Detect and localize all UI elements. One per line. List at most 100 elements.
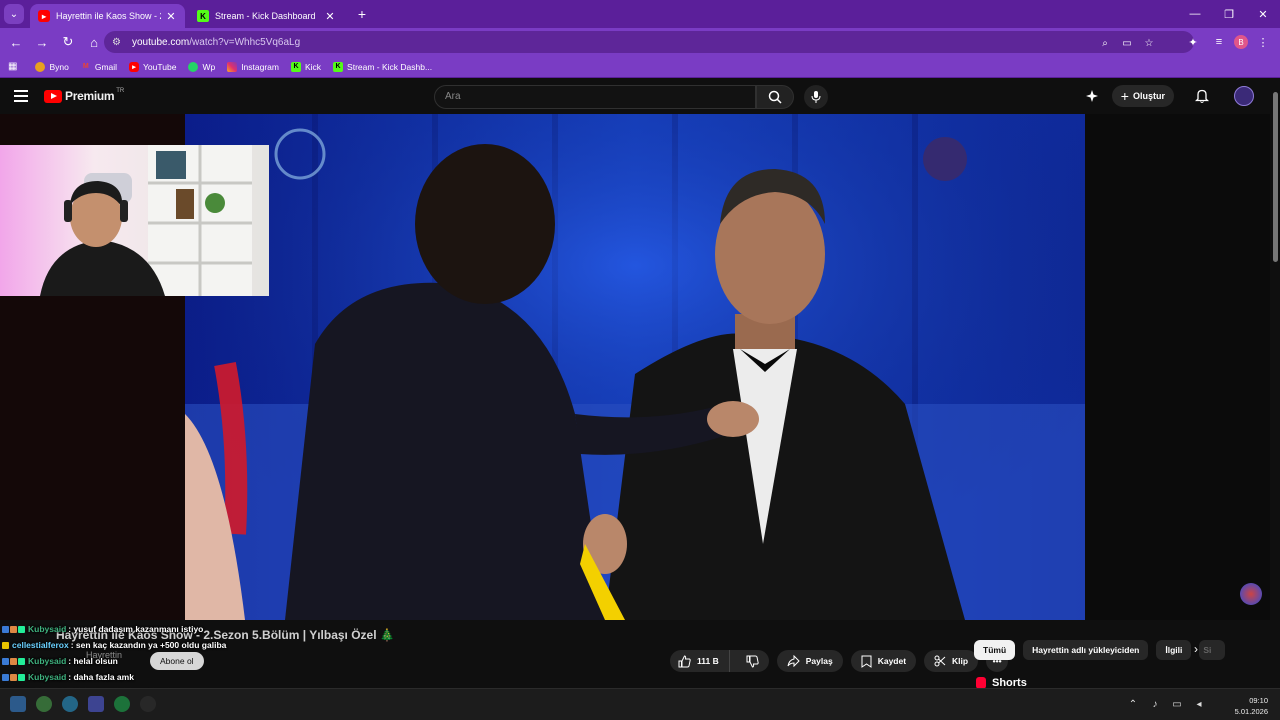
- home-icon[interactable]: ⌂: [82, 30, 106, 54]
- video-player[interactable]: [185, 114, 1085, 620]
- browser-menu-icon[interactable]: ⋮: [1252, 31, 1274, 53]
- tray-chevron-icon[interactable]: ⌃: [1126, 697, 1140, 711]
- browser-tab-bar: ⌄ ▸ Hayrettin ile Kaos Show - 2.Sez ✕ K …: [0, 0, 1280, 28]
- scissors-icon: [934, 655, 946, 667]
- youtube-icon: ▸: [129, 61, 140, 72]
- kick-favicon: K: [197, 10, 209, 22]
- bookmark-byno[interactable]: Byno: [35, 61, 69, 72]
- menu-icon[interactable]: [14, 90, 28, 102]
- voice-search-button[interactable]: [804, 85, 828, 109]
- reading-list-icon[interactable]: ≡: [1208, 31, 1230, 53]
- forward-icon[interactable]: →: [30, 30, 54, 54]
- subscribe-button[interactable]: Abone ol: [150, 652, 204, 670]
- like-button[interactable]: 111 B: [670, 650, 730, 672]
- premium-sparkle-icon[interactable]: [1082, 86, 1102, 106]
- chat-message: Kubysaid: yusuf dadaşım kazanmanı istiyo: [2, 624, 203, 634]
- chip-from-uploader[interactable]: Hayrettin adlı yükleyiciden: [1023, 640, 1149, 660]
- browser-toolbar: ← → ↻ ⌂ ⚙ youtube.com/watch?v=Whhc5Vq6aL…: [0, 28, 1280, 56]
- kick-icon: K: [290, 61, 301, 72]
- chat-badge-icon: [2, 657, 9, 665]
- tray-microphone-icon[interactable]: ♪: [1148, 697, 1162, 711]
- spotify-icon[interactable]: [114, 696, 130, 712]
- chat-badge-icon: [10, 673, 17, 681]
- chat-username[interactable]: Kubysaid: [28, 656, 66, 666]
- windows-taskbar: ⌃ ♪ ▭ ◂ 09:10 5.01.2026: [0, 688, 1280, 720]
- bookmark-icon: [861, 655, 872, 668]
- chat-username[interactable]: Kubysaid: [28, 672, 66, 682]
- search-button[interactable]: [756, 85, 794, 109]
- new-tab-button[interactable]: +: [352, 4, 372, 24]
- search-input[interactable]: Ara: [434, 85, 756, 109]
- system-clock[interactable]: 09:10 5.01.2026: [1235, 695, 1268, 717]
- bookmark-instagram[interactable]: Instagram: [227, 61, 279, 72]
- restore-icon[interactable]: ❐: [1212, 0, 1246, 28]
- save-label: Kaydet: [877, 656, 907, 666]
- chat-text: : yusuf dadaşım kazanmanı istiyo: [68, 624, 204, 634]
- telegram-icon[interactable]: [62, 696, 78, 712]
- like-dislike-group: 111 B: [670, 650, 769, 672]
- channel-watermark-icon[interactable]: [1240, 583, 1262, 605]
- search-icon: [768, 90, 782, 104]
- obs-icon[interactable]: [140, 696, 156, 712]
- apps-grid-icon[interactable]: ▦: [8, 61, 17, 72]
- chat-badge-icon: [18, 625, 25, 633]
- tab-search-button[interactable]: ⌄: [4, 4, 24, 24]
- chip-all[interactable]: Tümü: [974, 640, 1016, 660]
- discord-icon[interactable]: [88, 696, 104, 712]
- reload-icon[interactable]: ↻: [56, 30, 80, 54]
- youtube-logo-icon: [44, 89, 62, 103]
- extensions-icon[interactable]: ✦: [1182, 31, 1204, 53]
- share-label: Paylaş: [805, 656, 833, 666]
- notifications-bell-icon[interactable]: [1192, 86, 1212, 106]
- dislike-button[interactable]: [736, 650, 769, 672]
- clip-label: Klip: [952, 656, 969, 666]
- chat-badge-icon: [10, 657, 17, 665]
- youtube-favicon: ▸: [38, 10, 50, 22]
- chip-partial[interactable]: Si: [1199, 640, 1226, 660]
- cast-icon[interactable]: ▭: [1118, 35, 1136, 51]
- chevron-right-icon[interactable]: ›: [1194, 642, 1198, 656]
- like-count: 111 B: [697, 656, 719, 666]
- close-tab-icon[interactable]: ✕: [324, 10, 336, 23]
- chat-username[interactable]: cellestialferox: [12, 640, 69, 650]
- volume-icon[interactable]: ◂: [1192, 697, 1206, 711]
- address-bar[interactable]: ⚙ youtube.com/watch?v=Whhc5Vq6aLg ⌕ ▭ ☆: [104, 31, 1194, 53]
- chat-badge-icon: [2, 673, 9, 681]
- url-path: /watch?v=Whhc5Vq6aLg: [189, 36, 301, 48]
- network-icon[interactable]: ▭: [1170, 697, 1184, 711]
- bookmarks-bar: ▦ Byno M Gmail ▸ YouTube Wp Instagram K Kic…: [0, 56, 1280, 78]
- youtube-premium-logo[interactable]: Premium TR: [44, 88, 125, 103]
- chip-related[interactable]: İlgili: [1156, 640, 1192, 660]
- share-button[interactable]: Paylaş: [776, 650, 843, 672]
- site-info-icon[interactable]: ⚙: [112, 37, 126, 48]
- clip-button[interactable]: Klip: [924, 650, 979, 672]
- save-button[interactable]: Kaydet: [850, 650, 917, 672]
- logo-region: TR: [116, 88, 125, 94]
- minimize-icon[interactable]: —: [1178, 0, 1212, 28]
- chat-badges: [2, 641, 9, 649]
- start-icon[interactable]: [10, 696, 26, 712]
- bookmark-wp[interactable]: Wp: [188, 61, 215, 72]
- chat-username[interactable]: Kubysaid: [28, 624, 66, 634]
- bookmark-gmail[interactable]: M Gmail: [81, 62, 117, 72]
- scrollbar-thumb[interactable]: [1273, 92, 1278, 262]
- instagram-icon: [227, 61, 238, 72]
- bookmark-star-icon[interactable]: ☆: [1140, 35, 1158, 51]
- chat-badge-icon: [18, 657, 25, 665]
- close-window-icon[interactable]: ✕: [1246, 0, 1280, 28]
- tab-youtube[interactable]: ▸ Hayrettin ile Kaos Show - 2.Sez ✕: [30, 4, 185, 28]
- whatsapp-icon: [188, 61, 199, 72]
- share-icon: [787, 655, 800, 667]
- create-button[interactable]: + Oluştur: [1111, 85, 1174, 107]
- bookmark-kick-dashboard[interactable]: K Stream - Kick Dashb...: [333, 61, 432, 72]
- close-tab-icon[interactable]: ✕: [165, 10, 177, 23]
- clock-time: 09:10: [1249, 696, 1268, 705]
- account-avatar[interactable]: [1234, 86, 1254, 106]
- profile-avatar[interactable]: B: [1234, 35, 1248, 49]
- bookmark-youtube[interactable]: ▸ YouTube: [129, 61, 176, 72]
- bookmark-kick[interactable]: K Kick: [290, 61, 321, 72]
- zoom-icon[interactable]: ⌕: [1096, 35, 1114, 51]
- back-icon[interactable]: ←: [4, 30, 28, 54]
- tab-kick-dashboard[interactable]: K Stream - Kick Dashboard ✕: [189, 4, 344, 28]
- chrome-icon[interactable]: [36, 696, 52, 712]
